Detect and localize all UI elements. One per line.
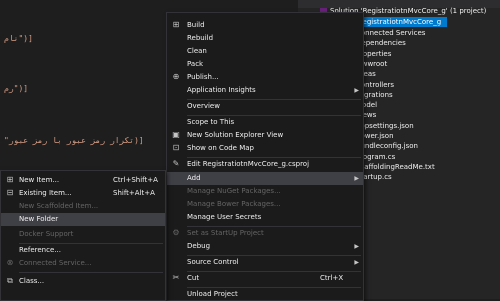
- solution-explorer-item[interactable]: appsettings.json: [356, 121, 414, 131]
- code-map-icon: ⊡: [172, 143, 180, 152]
- menu-set-startup[interactable]: ⚙ Set as StartUp Project: [167, 227, 363, 240]
- menu-new-item[interactable]: ⊞ New Item... Ctrl+Shift+A: [1, 174, 165, 187]
- menu-pack[interactable]: Pack: [167, 58, 363, 71]
- menu-scope-to-this[interactable]: Scope to This: [167, 116, 363, 129]
- code-line-1: نام")]: [4, 34, 33, 43]
- menu-manage-nuget[interactable]: Manage NuGet Packages...: [167, 185, 363, 198]
- new-item-icon: ⊞: [6, 175, 14, 184]
- gear-icon: ⚙: [172, 228, 180, 237]
- add-submenu: ⊞ New Item... Ctrl+Shift+A ⊟ Existing Item.…: [0, 170, 166, 301]
- build-icon: ⊞: [172, 20, 180, 29]
- menu-separator: [19, 272, 163, 273]
- menu-source-control[interactable]: Source Control ▶: [167, 256, 363, 269]
- menu-clean[interactable]: Clean: [167, 45, 363, 58]
- explorer-view-icon: ▣: [172, 130, 180, 139]
- menu-show-on-code-map[interactable]: ⊡ Show on Code Map: [167, 142, 363, 155]
- menu-docker-support[interactable]: Docker Support: [1, 228, 165, 241]
- menu-overview[interactable]: Overview: [167, 100, 363, 113]
- menu-new-scaffolded-item[interactable]: New Scaffolded Item...: [1, 200, 165, 213]
- menu-unload-project[interactable]: Unload Project: [167, 288, 363, 301]
- menu-existing-item[interactable]: ⊟ Existing Item... Shift+Alt+A: [1, 187, 165, 200]
- menu-edit-csproj[interactable]: ✎ Edit RegistratiotnMvcCore_g.csproj: [167, 158, 363, 171]
- menu-manage-bower[interactable]: Manage Bower Packages...: [167, 198, 363, 211]
- menu-application-insights[interactable]: Application Insights ▶: [167, 84, 363, 97]
- menu-connected-service[interactable]: ⊗ Connected Service...: [1, 257, 165, 270]
- solution-explorer-item[interactable]: bundleconfig.json: [356, 141, 418, 151]
- menu-new-folder[interactable]: New Folder: [1, 213, 165, 226]
- menu-cut[interactable]: ✂ Cut Ctrl+X: [167, 272, 363, 285]
- scissors-icon: ✂: [172, 273, 180, 282]
- menu-reference[interactable]: Reference...: [1, 244, 165, 257]
- connected-service-icon: ⊗: [6, 258, 14, 267]
- submenu-arrow-icon: ▶: [354, 87, 359, 94]
- menu-class[interactable]: ⧉ Class...: [1, 275, 165, 288]
- submenu-arrow-icon: ▶: [354, 175, 359, 182]
- menu-build[interactable]: ⊞ Build: [167, 19, 363, 32]
- existing-item-icon: ⊟: [6, 188, 14, 197]
- menu-manage-user-secrets[interactable]: Manage User Secrets: [167, 211, 363, 224]
- edit-icon: ✎: [172, 159, 180, 168]
- class-icon: ⧉: [7, 276, 13, 285]
- code-line-2: رم")]: [4, 84, 29, 93]
- menu-publish[interactable]: ⊕ Publish...: [167, 71, 363, 84]
- menu-rebuild[interactable]: Rebuild: [167, 32, 363, 45]
- code-line-3: "تکرار رمز عبور با رمز عبور)]: [4, 136, 144, 145]
- publish-icon: ⊕: [172, 72, 180, 81]
- solution-explorer-item[interactable]: Connected Services: [356, 28, 425, 38]
- submenu-arrow-icon: ▶: [354, 259, 359, 266]
- solution-explorer-item[interactable]: ScaffoldingReadMe.txt: [356, 162, 435, 172]
- menu-add[interactable]: Add ▶: [167, 172, 363, 185]
- project-context-menu: ⊞ Build Rebuild Clean Pack ⊕ Publish... Ap…: [166, 12, 364, 301]
- project-node[interactable]: RegistratiotnMvcCore_g: [358, 17, 448, 27]
- menu-new-solution-explorer-view[interactable]: ▣ New Solution Explorer View: [167, 129, 363, 142]
- submenu-arrow-icon: ▶: [354, 243, 359, 250]
- menu-debug[interactable]: Debug ▶: [167, 240, 363, 253]
